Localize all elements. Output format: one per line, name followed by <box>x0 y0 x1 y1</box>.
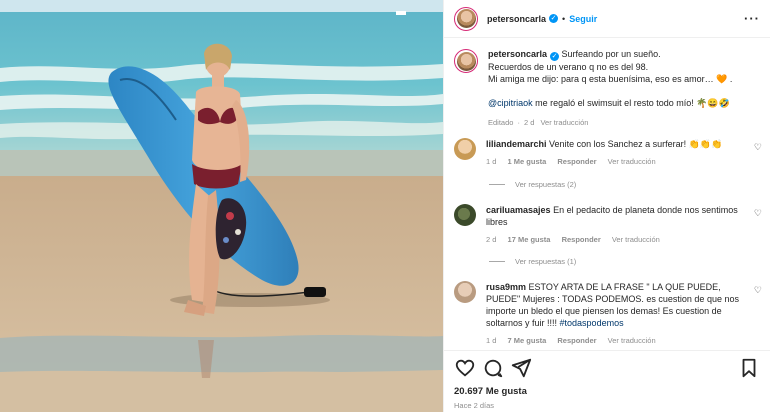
separator-dot: · <box>517 118 520 127</box>
see-translation-link[interactable]: Ver traducción <box>608 157 656 166</box>
post-date: Hace 2 días <box>454 401 495 410</box>
send-icon[interactable] <box>510 357 532 379</box>
caption-line-2: Recuerdos de un verano q no es del 98. <box>488 62 649 72</box>
heart-icon[interactable] <box>454 357 476 379</box>
commenter-username[interactable]: rusa9mm <box>486 282 526 292</box>
comment-like-heart-icon[interactable]: ♡ <box>754 285 762 296</box>
caption-line-4: me regaló el swimsuit el resto todo mío!… <box>532 98 730 108</box>
comment-time: 1 d <box>486 157 497 166</box>
commenter-avatar[interactable] <box>454 281 476 303</box>
edited-label: Editado <box>488 118 514 127</box>
comment-like-heart-icon[interactable]: ♡ <box>754 208 762 219</box>
comment-time: 1 d <box>486 336 497 345</box>
comment-item: liliandemarchi Venite con los Sanchez a … <box>444 138 770 168</box>
orange-heart-emoji: 🧡 <box>716 74 728 84</box>
comment-text: Venite con los Sanchez a surferar! 👏👏👏 <box>549 139 723 149</box>
caption-mention-link[interactable]: @cipitriaok <box>488 98 533 108</box>
action-bar <box>454 357 760 379</box>
comment-like-heart-icon[interactable]: ♡ <box>754 142 762 153</box>
author-avatar[interactable] <box>454 6 478 31</box>
verified-badge-icon: ✓ <box>549 14 559 23</box>
comment-likes[interactable]: 7 Me gusta <box>508 336 547 345</box>
caption-author-avatar[interactable] <box>454 49 478 73</box>
post-caption: petersoncarla ✓ Surfeando por un sueño. R… <box>444 38 770 129</box>
author-username[interactable]: petersoncarla <box>487 14 546 24</box>
commenter-username[interactable]: cariluamasajes <box>486 205 551 215</box>
post-photo[interactable] <box>0 0 443 412</box>
comment-likes[interactable]: 1 Me gusta <box>508 157 547 166</box>
more-horizontal-icon[interactable]: ··· <box>744 11 760 26</box>
separator-dot: • <box>562 13 566 24</box>
comments-scroll-area[interactable]: petersoncarla ✓ Surfeando por un sueño. R… <box>444 38 770 350</box>
commenter-username[interactable]: liliandemarchi <box>486 139 547 149</box>
commenter-avatar[interactable] <box>454 138 476 160</box>
comment-time: 2 d <box>486 235 497 244</box>
reply-button[interactable]: Responder <box>562 235 601 244</box>
comment-hashtag-link[interactable]: #todaspodemos <box>560 318 624 328</box>
post-header: petersoncarla ✓ • Seguir ··· <box>444 0 770 38</box>
see-translation-link[interactable]: Ver traducción <box>608 336 656 345</box>
post-actions-footer: 20.697 Me gusta Hace 2 días <box>444 350 770 412</box>
follow-button[interactable]: Seguir <box>569 14 597 24</box>
caption-time: 2 d <box>523 118 535 127</box>
comment-likes[interactable]: 17 Me gusta <box>508 235 551 244</box>
reply-button[interactable]: Responder <box>557 336 596 345</box>
commenter-avatar[interactable] <box>454 204 476 226</box>
verified-badge-icon: ✓ <box>550 52 560 61</box>
comment-item: rusa9mm ESTOY ARTA DE LA FRASE " LA QUE … <box>444 281 770 347</box>
caption-username[interactable]: petersoncarla <box>488 49 547 59</box>
see-translation-link[interactable]: Ver traducción <box>540 118 588 127</box>
comment-icon[interactable] <box>482 357 504 379</box>
view-replies-label: Ver respuestas (2) <box>515 180 577 189</box>
caption-line-3: Mi amiga me dijo: para q esta buenísima,… <box>488 74 714 84</box>
comment-item: cariluamasajes En el pedacito de planeta… <box>444 204 770 246</box>
view-replies-button[interactable]: Ver respuestas (2) <box>489 180 576 189</box>
caption-meta: Editado · 2 d Ver traducción <box>488 117 758 129</box>
view-replies-label: Ver respuestas (1) <box>515 257 577 266</box>
divider-line <box>489 261 505 262</box>
likes-count[interactable]: 20.697 Me gusta <box>454 386 760 397</box>
divider-line <box>489 184 505 185</box>
see-translation-link[interactable]: Ver traducción <box>612 235 660 244</box>
reply-button[interactable]: Responder <box>557 157 596 166</box>
bookmark-icon[interactable] <box>738 357 760 379</box>
caption-line-1: Surfeando por un sueño. <box>561 49 661 59</box>
view-replies-button[interactable]: Ver respuestas (1) <box>489 257 576 266</box>
post-details-panel: petersoncarla ✓ • Seguir ··· petersoncar… <box>443 0 770 412</box>
caption-line-3-end: . <box>729 74 733 84</box>
beach-surfboard-photo <box>0 0 443 412</box>
